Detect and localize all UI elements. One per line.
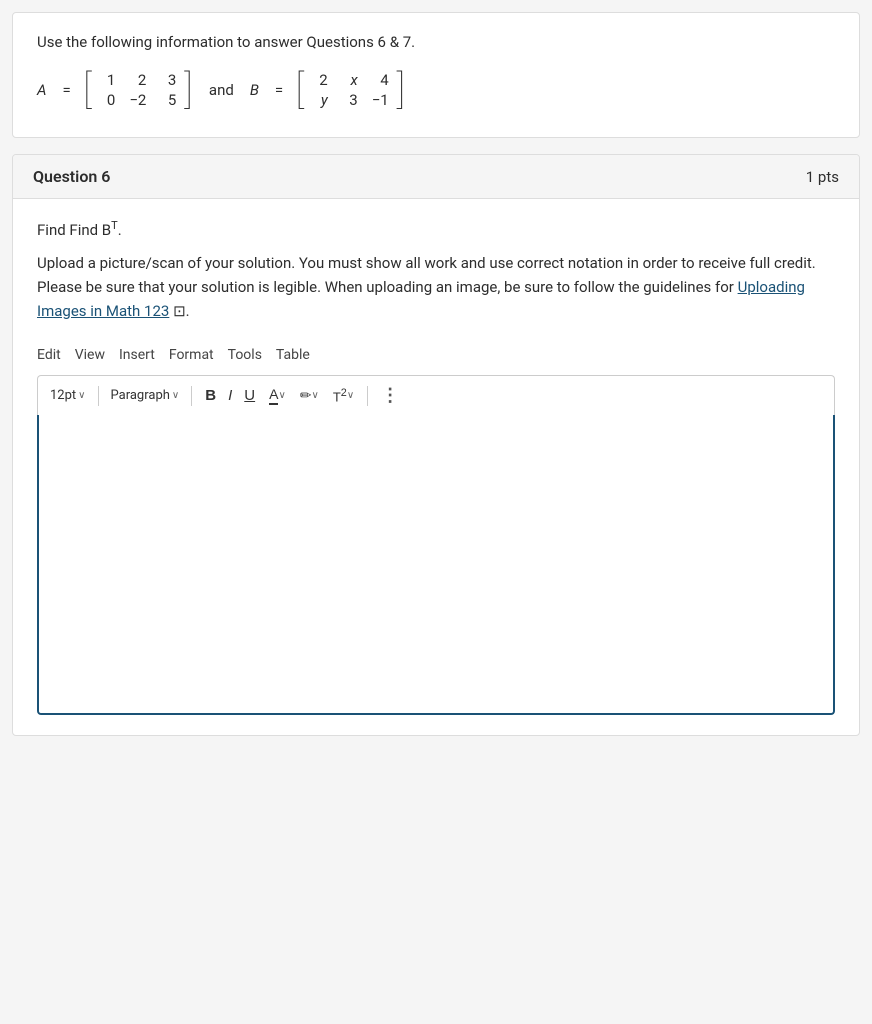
- superscript-label: T2: [333, 387, 347, 404]
- paragraph-group: Paragraph ∨: [107, 386, 184, 405]
- color-group: A ∨: [264, 383, 291, 408]
- highlight-group: ✏ ∨: [295, 384, 324, 407]
- paragraph-selector[interactable]: Paragraph ∨: [107, 386, 184, 405]
- underline-label: U: [244, 387, 255, 404]
- menu-view[interactable]: View: [75, 347, 105, 363]
- question-card: Question 6 1 pts Find Find BT. Upload a …: [12, 154, 860, 736]
- bracket-left-b: [: [295, 70, 304, 110]
- font-color-chevron: ∨: [278, 390, 285, 401]
- bracket-right-b: ]: [397, 70, 406, 110]
- highlight-icon: ✏: [300, 387, 312, 404]
- instructions-icon: ⊡: [173, 302, 186, 320]
- cell-a-12: 5: [160, 91, 176, 109]
- cell-a-01: 2: [129, 71, 146, 89]
- cell-b-11: 3: [342, 91, 358, 109]
- italic-button[interactable]: I: [223, 384, 237, 407]
- matrix-a-content: 1 2 3 0 −2 5: [91, 67, 184, 113]
- cell-a-00: 1: [99, 71, 115, 89]
- info-card: Use the following information to answer …: [12, 12, 860, 138]
- cell-b-01: x: [342, 71, 358, 89]
- underline-button[interactable]: U: [239, 384, 260, 407]
- menu-insert[interactable]: Insert: [119, 347, 155, 363]
- matrix-a-label: A: [37, 81, 47, 99]
- cell-a-10: 0: [99, 91, 115, 109]
- text-editor[interactable]: [37, 415, 835, 715]
- superscript-button[interactable]: T2 ∨: [328, 384, 359, 407]
- menu-table[interactable]: Table: [276, 347, 310, 363]
- matrix-b: [ 2 x 4 y 3 −1 ]: [295, 67, 405, 113]
- divider-3: [367, 386, 368, 406]
- bold-label: B: [205, 387, 216, 404]
- matrix-b-label: B: [250, 81, 259, 99]
- bold-button[interactable]: B: [200, 384, 221, 407]
- find-period: .: [118, 221, 122, 239]
- paragraph-value: Paragraph: [111, 388, 170, 403]
- font-size-group: 12pt ∨: [46, 386, 90, 405]
- divider-2: [191, 386, 192, 406]
- highlight-button[interactable]: ✏ ∨: [295, 384, 324, 407]
- menu-format[interactable]: Format: [169, 347, 214, 363]
- more-options-button[interactable]: ⋮: [376, 382, 405, 409]
- menu-tools[interactable]: Tools: [228, 347, 262, 363]
- matrix-b-content: 2 x 4 y 3 −1: [304, 67, 397, 113]
- question-title: Question 6: [33, 167, 110, 186]
- instructions-main: Upload a picture/scan of your solution. …: [37, 254, 816, 296]
- bracket-right-a: ]: [184, 70, 193, 110]
- matrix-a: [ 1 2 3 0 −2 5 ]: [83, 67, 193, 113]
- font-size-selector[interactable]: 12pt ∨: [46, 386, 90, 405]
- cell-a-11: −2: [129, 91, 146, 109]
- equals-a: =: [63, 81, 71, 99]
- instructions-end: .: [186, 302, 190, 320]
- paragraph-chevron: ∨: [172, 390, 179, 401]
- format-group: B I U: [200, 384, 260, 407]
- highlight-chevron: ∨: [312, 390, 319, 401]
- more-icon: ⋮: [381, 385, 400, 406]
- info-instruction: Use the following information to answer …: [37, 33, 835, 51]
- question-body: Find Find BT. Upload a picture/scan of y…: [13, 199, 859, 735]
- superscript-group: T2 ∨: [328, 384, 359, 407]
- font-size-value: 12pt: [50, 388, 76, 403]
- find-superscript: T: [111, 219, 118, 232]
- menu-edit[interactable]: Edit: [37, 347, 61, 363]
- editor-menubar: Edit View Insert Format Tools Table: [37, 343, 835, 371]
- bracket-left-a: [: [83, 70, 92, 110]
- font-size-chevron: ∨: [78, 390, 85, 401]
- italic-label: I: [228, 387, 232, 404]
- divider-1: [98, 386, 99, 406]
- superscript-chevron: ∨: [347, 390, 354, 401]
- question-header: Question 6 1 pts: [13, 155, 859, 199]
- question-pts: 1 pts: [806, 168, 839, 186]
- find-label: Find B: [69, 221, 111, 239]
- cell-b-00: 2: [312, 71, 328, 89]
- equals-b: =: [275, 81, 283, 99]
- cell-b-02: 4: [372, 71, 389, 89]
- font-color-button[interactable]: A ∨: [264, 383, 291, 408]
- matrix-row: A = [ 1 2 3 0 −2 5 ] and B = [: [37, 67, 835, 113]
- cell-a-02: 3: [160, 71, 176, 89]
- editor-toolbar: 12pt ∨ Paragraph ∨ B: [37, 375, 835, 415]
- find-text: Find Find BT.: [37, 219, 835, 239]
- cell-b-10: y: [312, 91, 328, 109]
- font-color-icon: A: [269, 386, 278, 405]
- instructions-text: Upload a picture/scan of your solution. …: [37, 251, 835, 323]
- cell-b-12: −1: [372, 91, 389, 109]
- and-text: and: [209, 81, 234, 99]
- page-container: Use the following information to answer …: [0, 0, 872, 748]
